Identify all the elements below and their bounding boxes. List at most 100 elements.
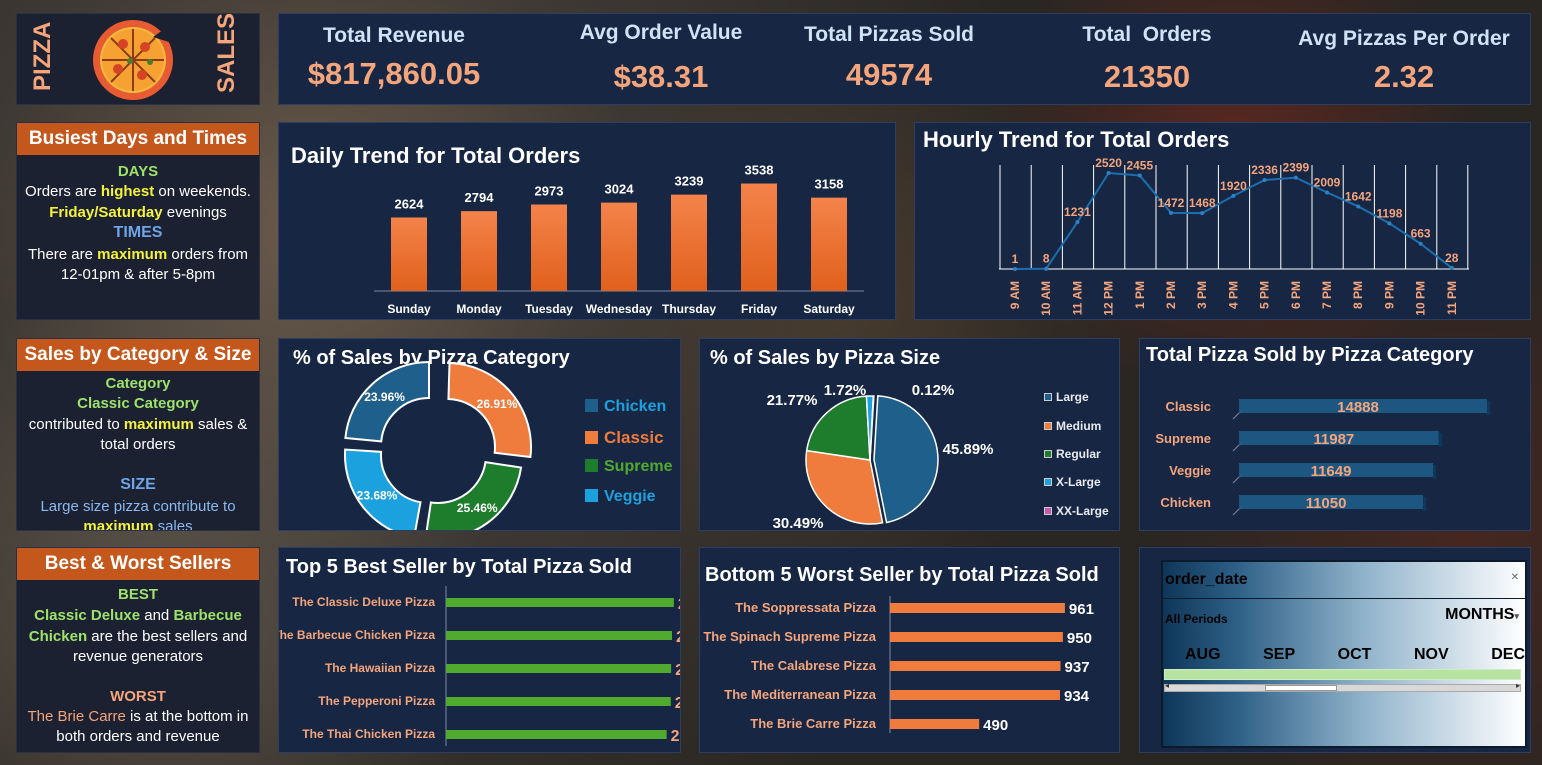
times-line-1: There are maximum orders from [17, 245, 259, 265]
worst-seller-name: The Soppressata Pizza [735, 600, 877, 615]
category-label: Classic [1165, 399, 1211, 414]
days-line-1: Orders are highest on weekends. [17, 182, 259, 202]
highlight-text: maximum [123, 416, 194, 433]
chevron-right-icon[interactable]: ▸ [1516, 681, 1520, 690]
worst-seller-name: The Calabrese Pizza [751, 658, 877, 673]
kpi-value: 21350 [1103, 59, 1191, 94]
worst-line-2: both orders and revenue [56, 728, 220, 745]
month-dec[interactable]: DEC [1491, 646, 1525, 664]
highlight-text: The Brie Carre [27, 708, 126, 725]
worst-seller-value: 490 [983, 717, 1008, 734]
daily-day-label: Wednesday [586, 302, 653, 316]
kpi-avg-pizzas-per-order: Avg Pizzas Per Order 2.32 [1284, 27, 1524, 95]
timeline-scrollbar[interactable]: ◂ ▸ [1164, 681, 1521, 692]
highlight-text: highest [100, 183, 155, 200]
pizza-icon [93, 20, 173, 100]
hourly-value: 663 [1411, 227, 1431, 241]
times-line-2: 12-01pm & after 5-8pm [60, 266, 216, 283]
month-row: AUG SEP OCT NOV DEC [1185, 646, 1525, 664]
hourly-point [1169, 210, 1173, 215]
category-bar-shadow [1438, 433, 1442, 447]
best-seller-value: 2453 [678, 596, 681, 613]
category-value: 14888 [1337, 399, 1379, 416]
highlight-text: maximum [83, 518, 154, 531]
best-seller-name: The Classic Deluxe Pizza [292, 595, 435, 609]
legend-classic: Classic [585, 428, 664, 448]
legend-veggie: Veggie [585, 488, 656, 506]
hourly-point [1293, 175, 1298, 180]
daily-bar-value: 3239 [675, 174, 704, 189]
month-sep[interactable]: SEP [1263, 646, 1295, 664]
slicer-unit-label: MONTHS [1445, 606, 1515, 623]
kpi-panel: Total Revenue $817,860.05 Avg Order Value… [278, 13, 1531, 105]
kpi-label: Avg Order Value [579, 21, 743, 44]
pie-slice [873, 395, 939, 524]
legend-regular: Regular [1044, 447, 1101, 461]
size-pie-chart: 45.89% 30.49% 21.77% 1.72% 0.12% [767, 382, 994, 530]
highlight-text: Barbecue [173, 607, 242, 624]
hourly-point [1200, 211, 1205, 216]
kpi-total-orders: Total Orders 21350 [1027, 23, 1267, 95]
worst-seller-name: The Mediterranean Pizza [724, 687, 876, 702]
best-seller-value: 2432 [676, 629, 681, 646]
size-line-2: maximum sales [17, 517, 259, 531]
category-share-panel: % of Sales by Pizza Category 26.91% 25.46… [278, 338, 681, 531]
best-seller-name: The Barbecue Chicken Pizza [279, 628, 435, 642]
hourly-value: 1468 [1189, 196, 1216, 210]
timeline-bar[interactable] [1164, 669, 1521, 680]
best-seller-bar [446, 664, 672, 673]
chevron-left-icon[interactable]: ◂ [1165, 681, 1169, 690]
daily-bar [531, 204, 567, 291]
kpi-label: Total Orders [1082, 23, 1212, 46]
highlight-text: Friday/Saturday [49, 204, 163, 221]
slicer-unit-dropdown[interactable]: MONTHS▾ [1445, 606, 1519, 624]
kpi-total-pizzas-sold: Total Pizzas Sold 49574 [769, 23, 1009, 93]
size-line-1: Large size pizza contribute to [40, 498, 236, 515]
best-seller-value: 2418 [675, 695, 681, 712]
bottom5-chart: The Soppressata Pizza 961 The Spinach Supr… [703, 596, 1094, 734]
legend-supreme: Supreme [585, 458, 672, 476]
category-label: Veggie [1169, 463, 1211, 478]
top5-chart: The Classic Deluxe Pizza 2453 The Barbecue… [279, 586, 681, 746]
daily-day-label: Tuesday [525, 302, 573, 316]
hourly-point [1075, 220, 1080, 225]
kpi-value: $38.31 [613, 59, 709, 94]
worst-seller-bar [890, 719, 980, 729]
daily-bar [741, 183, 777, 291]
hourly-point [1262, 178, 1267, 183]
worst-seller-value: 950 [1067, 630, 1092, 647]
logo-sales-text: SALES [213, 13, 240, 93]
hourly-value: 28 [1445, 251, 1459, 265]
text-part: Orders are [25, 183, 101, 200]
category-heading: Category [105, 375, 171, 392]
bestworst-title: Best & Worst Sellers [17, 548, 259, 580]
daily-bar [671, 194, 707, 291]
pie-value-label: 45.89% [943, 441, 994, 458]
best-line-3: revenue generators [72, 648, 204, 665]
daily-trend-chart: 2624 Sunday 2794 Monday 2973 Tuesday 3024 Wedne… [374, 163, 864, 316]
daily-bar-value: 2794 [465, 190, 495, 205]
scroll-thumb[interactable] [1265, 685, 1337, 691]
hourly-point [1325, 190, 1329, 195]
donut-slice [425, 461, 523, 530]
highlight-text: Classic Deluxe [34, 607, 141, 624]
worst-heading: WORST [110, 688, 166, 705]
legend-label: Supreme [604, 458, 673, 475]
hourly-hour-label: 5 PM [1258, 281, 1272, 309]
hourly-value: 1920 [1220, 179, 1247, 193]
hourly-hour-label: 2 PM [1164, 281, 1178, 309]
hourly-value: 8 [1043, 252, 1050, 266]
worst-line-1: The Brie Carre is at the bottom in [17, 707, 259, 727]
month-nov[interactable]: NOV [1414, 646, 1449, 664]
timeline-slicer[interactable]: order_date ✕ All Periods MONTHS▾ AUG SEP… [1161, 560, 1527, 748]
category-bar-shadow [1433, 465, 1437, 479]
best-seller-bar [446, 598, 674, 607]
month-oct[interactable]: OCT [1338, 646, 1372, 664]
logo-pizza-text: PIZZA [29, 21, 56, 91]
clear-filter-icon[interactable]: ✕ [1511, 572, 1519, 583]
category-line-2: contributed to maximum sales & [17, 415, 259, 435]
legend-swatch [1044, 393, 1052, 401]
best-seller-name: The Pepperoni Pizza [318, 694, 435, 708]
kpi-avg-order-value: Avg Order Value $38.31 [541, 21, 781, 95]
month-aug[interactable]: AUG [1185, 646, 1221, 664]
